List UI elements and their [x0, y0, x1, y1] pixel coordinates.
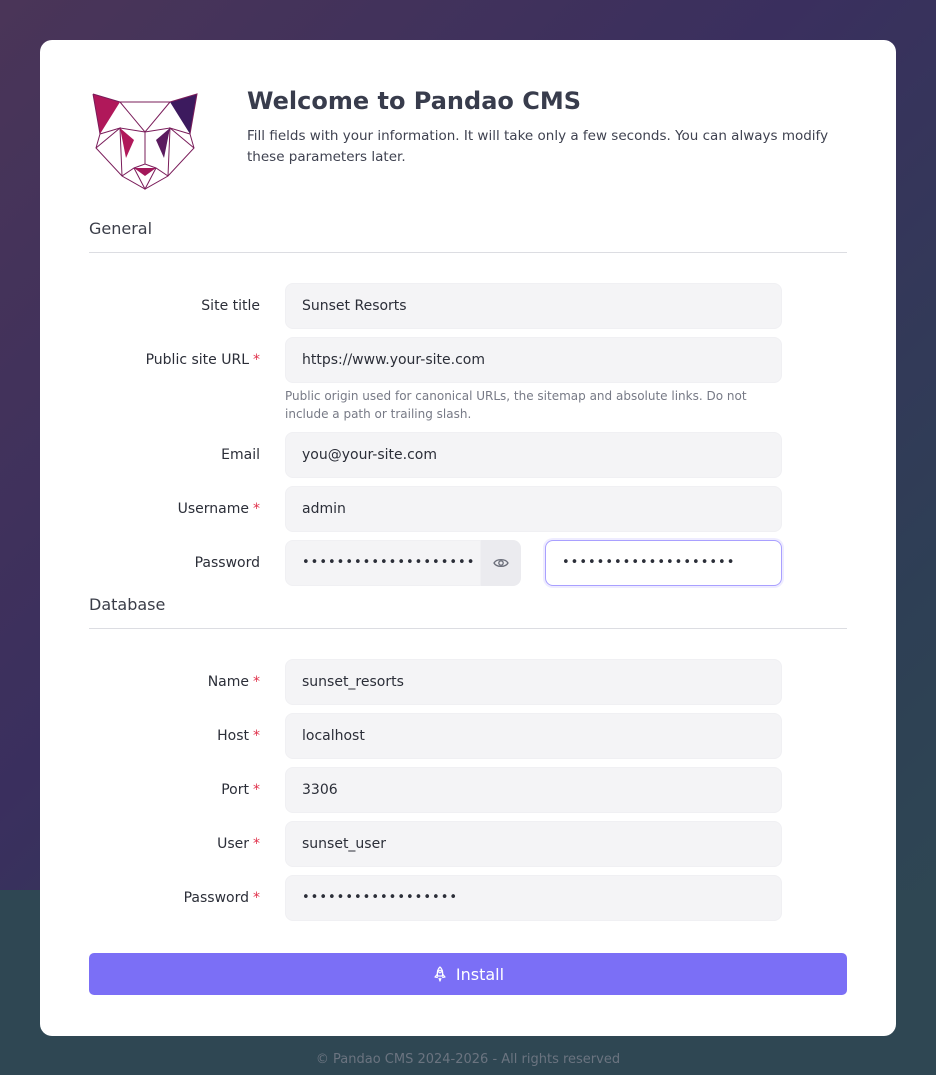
email-input[interactable]: you@your-site.com	[285, 432, 782, 478]
db-port-label: Port *	[221, 782, 260, 798]
password-label: Password	[194, 555, 260, 571]
db-user-input[interactable]: sunset_user	[285, 821, 782, 867]
required-marker: *	[253, 501, 260, 517]
db-name-input[interactable]: sunset_resorts	[285, 659, 782, 705]
eye-icon	[493, 558, 509, 568]
public-url-label: Public site URL *	[145, 352, 260, 368]
rocket-icon	[434, 965, 446, 982]
toggle-password-visibility-button[interactable]	[481, 540, 521, 586]
footer-copyright: © Pandao CMS 2024-2026 - All rights rese…	[315, 1052, 621, 1067]
section-title-database: Database	[89, 595, 166, 614]
required-marker: *	[253, 890, 260, 906]
install-button-label: Install	[455, 964, 505, 984]
password-input[interactable]: ••••••••••••••••••••	[285, 540, 481, 586]
install-card: Welcome to Pandao CMS Fill fields with y…	[40, 40, 896, 1036]
intro-text: Fill fields with your information. It wi…	[247, 128, 829, 165]
db-name-label: Name *	[207, 674, 260, 690]
section-title-general: General	[89, 219, 153, 238]
section-divider	[89, 252, 847, 253]
db-password-label: Password *	[183, 890, 260, 906]
required-marker: *	[253, 782, 260, 798]
install-button[interactable]: Install	[89, 953, 847, 995]
required-marker: *	[253, 674, 260, 690]
public-url-help: Public origin used for canonical URLs, t…	[285, 389, 747, 421]
required-marker: *	[253, 836, 260, 852]
db-host-input[interactable]: localhost	[285, 713, 782, 759]
db-user-label: User *	[217, 836, 260, 852]
required-marker: *	[253, 352, 260, 368]
site-title-input[interactable]: Sunset Resorts	[285, 283, 782, 329]
email-label: Email	[221, 447, 260, 463]
public-url-input[interactable]: https://www.your-site.com	[285, 337, 782, 383]
username-label: Username *	[177, 501, 260, 517]
db-host-label: Host *	[217, 728, 260, 744]
site-title-label: Site title	[201, 298, 260, 314]
section-divider	[89, 628, 847, 629]
required-marker: *	[253, 728, 260, 744]
page-title: Welcome to Pandao CMS	[247, 87, 582, 115]
pandao-logo	[92, 93, 198, 191]
username-input[interactable]: admin	[285, 486, 782, 532]
db-password-input[interactable]: ••••••••••••••••••	[285, 875, 782, 921]
password-confirm-input[interactable]: ••••••••••••••••••••	[545, 540, 782, 586]
db-port-input[interactable]: 3306	[285, 767, 782, 813]
